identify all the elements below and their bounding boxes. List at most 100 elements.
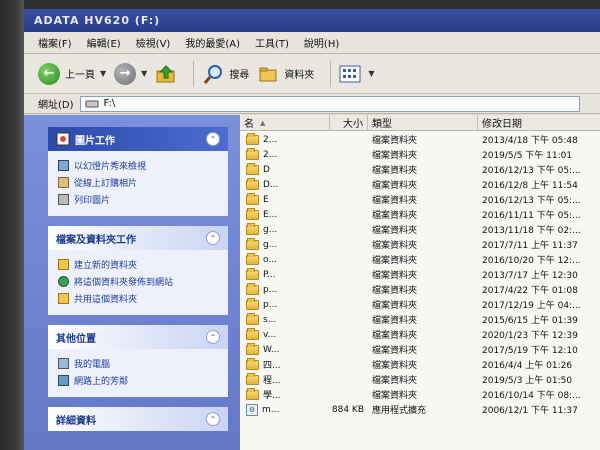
monitor-bezel-left [0,0,24,450]
folders-button[interactable]: 資料夾 [257,63,314,85]
file-row[interactable]: v... 檔案資料夾 2020/1/23 下午 12:39 [240,327,600,342]
file-row[interactable]: s... 檔案資料夾 2015/6/15 上午 01:39 [240,312,600,327]
file-row[interactable]: D... 檔案資料夾 2016/12/8 上午 11:54 [240,177,600,192]
file-row[interactable]: o... 檔案資料夾 2016/10/20 下午 12:... [240,252,600,267]
share-folder-icon [58,293,69,304]
file-date: 2013/4/18 下午 05:48 [482,136,578,146]
file-type: 檔案資料夾 [372,241,418,251]
collapse-chevron-icon[interactable]: ⌃ [206,231,220,245]
file-row[interactable]: D 檔案資料夾 2016/12/13 下午 05:... [240,162,600,177]
file-date: 2017/12/19 上午 04:... [482,301,581,311]
task-print-pictures[interactable]: 列印圖片 [58,191,220,208]
file-row[interactable]: 2... 檔案資料夾 2019/5/5 下午 11:01 [240,147,600,162]
forward-arrow-icon: → [114,62,137,85]
file-row[interactable]: g... 檔案資料夾 2013/11/18 下午 02:... [240,222,600,237]
task-new-folder[interactable]: 建立新的資料夾 [58,256,220,273]
file-name: m... [262,404,280,415]
file-row[interactable]: p... 檔案資料夾 2017/12/19 上午 04:... [240,297,600,312]
search-label: 搜尋 [229,70,250,81]
file-name: 四... [263,361,281,371]
task-label: 我的電腦 [74,360,111,370]
file-row[interactable]: W... 檔案資料夾 2017/5/19 下午 12:10 [240,342,600,357]
toolbar: ← 上一頁 ▼ → ▼ 搜尋 資料夾 ▼ [24,54,600,94]
file-name-cell: s... [240,312,330,325]
up-folder-button[interactable] [155,63,177,85]
file-name-cell: p... [240,297,330,310]
file-row[interactable]: 程... 檔案資料夾 2019/5/3 上午 01:50 [240,372,600,387]
picture-tasks-title: 圖片工作 [75,135,115,147]
file-name-cell: D... [240,177,330,190]
task-share-folder[interactable]: 共用這個資料夾 [58,290,220,307]
details-header[interactable]: 詳細資料 ⌃ [48,407,228,431]
file-row[interactable]: 學... 檔案資料夾 2016/10/14 下午 08:... [240,387,600,402]
file-row[interactable]: E... 檔案資料夾 2016/11/11 下午 05:... [240,207,600,222]
task-slideshow[interactable]: 以幻燈片秀來檢視 [58,157,220,174]
file-row[interactable]: E 檔案資料夾 2016/12/13 下午 05:... [240,192,600,207]
file-row[interactable]: 2... 檔案資料夾 2013/4/18 下午 05:48 [240,132,600,147]
other-places-header[interactable]: 其他位置 ⌃ [48,325,228,349]
collapse-chevron-icon[interactable]: ⌃ [206,132,220,146]
column-type[interactable]: 類型 [368,114,478,131]
file-type: 檔案資料夾 [372,181,418,191]
file-row[interactable]: ⚙ m... 884 KB 應用程式擴充 2006/12/1 下午 11:37 [240,402,600,417]
file-name: P... [263,269,276,280]
task-order-prints[interactable]: 從線上訂購相片 [58,174,220,191]
column-size[interactable]: 大小 [330,114,368,131]
file-row[interactable]: P... 檔案資料夾 2013/7/17 上午 12:30 [240,267,600,282]
file-date: 2013/7/17 上午 12:30 [482,271,578,281]
file-date: 2019/5/3 上午 01:50 [482,376,573,386]
chevron-down-icon: ▼ [100,69,107,78]
details-title: 詳細資料 [56,415,96,427]
column-date[interactable]: 修改日期 [478,115,600,131]
file-row[interactable]: 四... 檔案資料夾 2016/4/4 上午 01:26 [240,357,600,372]
globe-icon [58,276,69,287]
folder-icon [246,327,259,340]
address-input[interactable]: F:\ [79,95,580,112]
menu-view[interactable]: 檢視(V) [136,35,171,50]
column-name[interactable]: 名 ▲ [240,114,330,131]
collapse-chevron-icon[interactable]: ⌃ [206,330,220,344]
expand-chevron-icon[interactable]: ⌃ [206,412,220,426]
other-places-panel: 其他位置 ⌃ 我的電腦 網路上的芳鄰 [48,325,228,397]
link-my-computer[interactable]: 我的電腦 [58,355,220,372]
file-type: 檔案資料夾 [372,391,418,401]
file-type: 檔案資料夾 [372,376,418,386]
back-button[interactable]: ← 上一頁 ▼ [38,62,107,85]
folder-icon [246,342,259,355]
file-name-cell: ⚙ m... [240,403,330,416]
network-icon [58,375,69,386]
toolbar-separator [330,60,332,87]
search-button[interactable]: 搜尋 [202,63,249,85]
app-extension-icon: ⚙ [246,403,258,416]
file-type: 檔案資料夾 [372,301,418,311]
file-type: 檔案資料夾 [372,151,418,161]
order-prints-icon [58,177,69,188]
file-name: D... [263,179,279,190]
file-name-cell: 2... [240,147,330,160]
menu-file[interactable]: 檔案(F) [38,35,72,50]
file-row[interactable]: g... 檔案資料夾 2017/7/11 上午 11:37 [240,237,600,252]
file-date: 2016/10/14 下午 08:... [482,391,581,401]
file-tasks-header[interactable]: 檔案及資料夾工作 ⌃ [48,226,228,250]
task-publish-web[interactable]: 將這個資料夾發佈到網站 [58,273,220,290]
file-name-cell: g... [240,237,330,250]
menu-help[interactable]: 說明(H) [304,35,339,50]
file-date: 2017/4/22 下午 01:08 [482,286,578,296]
folder-icon [246,357,259,370]
menu-favorites[interactable]: 我的最愛(A) [185,35,240,50]
folder-icon [246,162,259,175]
menu-edit[interactable]: 編輯(E) [87,35,121,50]
forward-button[interactable]: → ▼ [114,62,147,85]
views-button[interactable]: ▼ [339,64,374,84]
menu-tools[interactable]: 工具(T) [255,35,289,50]
task-pane: 圖片工作 ⌃ 以幻燈片秀來檢視 從線上訂購相片 列印圖片 檔案及資料夾工作 ⌃ … [24,115,240,450]
task-label: 網路上的芳鄰 [74,377,129,387]
file-name: g... [263,224,278,235]
address-bar: 網址(D) F:\ [24,94,600,114]
file-name-cell: v... [240,327,330,340]
folder-icon [246,282,259,295]
link-network-places[interactable]: 網路上的芳鄰 [58,372,220,389]
picture-tasks-header[interactable]: 圖片工作 ⌃ [48,127,228,151]
file-row[interactable]: p... 檔案資料夾 2017/4/22 下午 01:08 [240,282,600,297]
folder-icon [246,207,259,220]
